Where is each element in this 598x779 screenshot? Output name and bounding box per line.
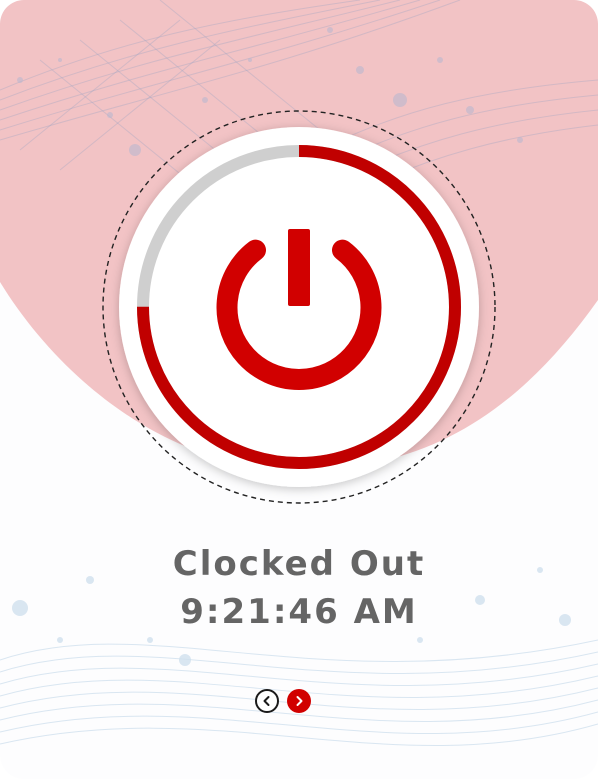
clock-status-label: Clocked Out bbox=[172, 544, 426, 584]
clock-status-time: 9:21:46 AM bbox=[180, 592, 418, 632]
button-face bbox=[119, 127, 479, 487]
chevron-right-icon bbox=[296, 696, 303, 706]
clock-card: Clocked Out 9:21:46 AM bbox=[0, 0, 598, 779]
next-button[interactable] bbox=[287, 689, 311, 713]
power-ring bbox=[102, 110, 496, 504]
power-button[interactable] bbox=[98, 106, 500, 508]
chevron-left-icon bbox=[263, 696, 270, 706]
previous-button[interactable] bbox=[255, 689, 279, 713]
